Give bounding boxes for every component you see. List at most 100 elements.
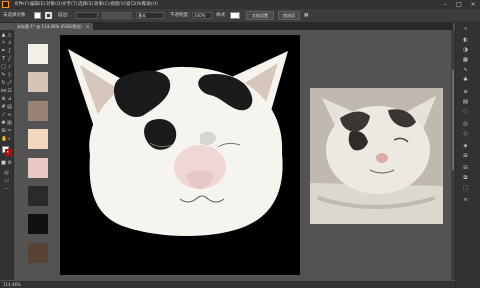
minimize-icon[interactable]: – [438, 0, 452, 9]
symbol-sprayer-icon[interactable]: ✺ [1, 120, 6, 126]
status-bar: 114.46% [0, 281, 455, 288]
swatch-taupe[interactable] [28, 101, 48, 121]
gradient-panel-icon[interactable]: ▤ [462, 99, 469, 106]
document-tab-label: 未标题-1* @ 114.46% (RGB/预览) [17, 24, 82, 29]
draw-mode-icon[interactable]: ◎ [4, 170, 9, 176]
align-icon[interactable]: ⊟ [462, 165, 469, 172]
reference-photo[interactable] [310, 88, 443, 224]
swatch-white[interactable] [28, 44, 48, 64]
rotate-icon[interactable]: ↻ [1, 80, 6, 86]
brush-icon[interactable]: ∕ [7, 64, 12, 70]
magic-wand-icon[interactable]: ✧ [1, 40, 6, 46]
gradient-icon[interactable]: ▤ [7, 104, 12, 110]
graphic-style-swatch[interactable] [230, 12, 240, 19]
swatch-dark-gray[interactable] [28, 186, 48, 206]
none-mode-icon[interactable]: ⊘ [7, 160, 12, 166]
zoom-level[interactable]: 114.46% [3, 282, 21, 287]
maximize-icon[interactable]: □ [452, 0, 466, 9]
artboard-icon[interactable]: ⊞ [1, 128, 6, 134]
menu-window[interactable]: 窗口(W) [126, 0, 143, 9]
swatches-icon[interactable]: ▦ [462, 57, 469, 64]
app-logo-icon [2, 1, 9, 8]
type-icon[interactable]: T [1, 56, 6, 62]
eraser-icon[interactable]: ◊ [7, 72, 12, 78]
artboard[interactable] [60, 35, 300, 275]
panel-dock: « ◐ ◑ ▦ ∿ ♣ ≡ ▤ ◌ ◎ ◇ ◈ ⊞ ⊟ ⧉ ⬚ ∞ [455, 23, 480, 288]
brush-definition-select[interactable]: 基本 [136, 12, 164, 19]
swatch-peach[interactable] [28, 129, 48, 149]
graph-icon[interactable]: ▥ [7, 120, 12, 126]
width-icon[interactable]: ⋈ [1, 88, 6, 94]
blend-icon[interactable]: ∞ [7, 112, 12, 118]
line-icon[interactable]: ╱ [7, 56, 12, 62]
document-setup-button[interactable]: 文档设置 [246, 11, 274, 20]
fill-color-swatch[interactable] [34, 12, 41, 19]
brushes-icon[interactable]: ∿ [462, 67, 469, 74]
more-tools-icon[interactable]: ⋯ [4, 186, 9, 192]
rectangle-icon[interactable]: □ [1, 64, 6, 70]
scale-icon[interactable]: ⤢ [7, 80, 12, 86]
artboards-icon[interactable]: ⊞ [462, 153, 469, 160]
menu-type[interactable]: 文字(T) [62, 0, 77, 9]
document-tab[interactable]: 未标题-1* @ 114.46% (RGB/预览) × [13, 23, 94, 30]
close-tab-icon[interactable]: × [86, 24, 89, 29]
perspective-icon[interactable]: ⊿ [7, 96, 12, 102]
variable-width-select[interactable] [102, 12, 132, 19]
stroke-label: 描边: [58, 13, 69, 18]
stroke-color-swatch[interactable] [45, 12, 52, 19]
preferences-button[interactable]: 首选项 [278, 11, 300, 20]
document-tab-bar: 未标题-1* @ 114.46% (RGB/预览) × [13, 23, 453, 30]
symbols-icon[interactable]: ♣ [462, 77, 469, 84]
menu-select[interactable]: 选择(S) [78, 0, 93, 9]
swatch-pale-pink[interactable] [28, 72, 48, 92]
links-icon[interactable]: ∞ [462, 197, 469, 204]
eyedropper-icon[interactable]: ⁄ [1, 112, 6, 118]
select-icon[interactable]: ▲ [1, 32, 6, 38]
swatch-brown[interactable] [28, 243, 48, 263]
close-window-icon[interactable]: × [466, 0, 480, 9]
appearance-icon[interactable]: ◎ [462, 121, 469, 128]
menu-effect[interactable]: 效果(C) [94, 0, 110, 9]
shape-builder-icon[interactable]: ⊕ [1, 96, 6, 102]
transform-icon[interactable]: ⬚ [462, 185, 469, 192]
brush-basic-value: 基本 [138, 13, 146, 18]
menu-edit[interactable]: 编辑(E) [30, 0, 45, 9]
layers-icon[interactable]: ◈ [462, 143, 469, 150]
selection-status: 未选择对象 [3, 13, 26, 18]
curvature-icon[interactable]: ∫ [7, 48, 12, 54]
menu-help[interactable]: 帮助(H) [142, 0, 158, 9]
screen-mode-icon[interactable]: ▭ [4, 178, 9, 184]
stroke-icon[interactable]: ≡ [462, 89, 469, 96]
color-mode-icon[interactable]: ■ [1, 160, 6, 166]
scrollbar-thumb[interactable] [452, 70, 454, 170]
menu-view[interactable]: 视图(V) [110, 0, 126, 9]
color-icon[interactable]: ◐ [462, 37, 469, 44]
graphic-styles-icon[interactable]: ◇ [462, 131, 469, 138]
menu-file[interactable]: 文件(F) [14, 0, 29, 9]
collapse-dock-icon[interactable]: « [462, 26, 469, 33]
zoom-icon[interactable]: ⌕ [7, 136, 12, 142]
stroke-swatch-icon[interactable] [5, 149, 12, 156]
reference-photo-image [310, 88, 443, 224]
direct-select-icon[interactable]: △ [7, 32, 12, 38]
opacity-input[interactable]: 100% [192, 12, 212, 19]
pen-icon[interactable]: ✒ [1, 48, 6, 54]
menu-object[interactable]: 对象(O) [46, 0, 62, 9]
free-transform-icon[interactable]: ⊡ [7, 88, 12, 94]
transparency-icon[interactable]: ◌ [462, 109, 469, 116]
swatch-blush[interactable] [28, 158, 48, 178]
lasso-icon[interactable]: ↄ [7, 40, 12, 46]
mesh-icon[interactable]: # [1, 104, 6, 110]
style-label: 样式: [216, 13, 227, 18]
control-bar: 未选择对象 描边: 基本 不透明度: 100% 样式: 文档设置 首选项 ▦ [0, 9, 480, 23]
hand-icon[interactable]: ✋ [1, 136, 7, 142]
color-guide-icon[interactable]: ◑ [462, 47, 469, 54]
menu-bar: 文件(F) 编辑(E) 对象(O) 文字(T) 选择(S) 效果(C) 视图(V… [0, 0, 480, 9]
arrange-documents-icon[interactable]: ▦ [304, 9, 308, 22]
tools-panel: ▲ △ ✧ ↄ ✒ ∫ T ╱ □ ∕ ✎ ◊ ↻ ⤢ ⋈ ⊡ ⊕ ⊿ # ▤ … [0, 30, 14, 280]
stroke-weight-input[interactable] [76, 12, 98, 19]
swatch-black[interactable] [28, 214, 48, 234]
pathfinder-icon[interactable]: ⧉ [462, 175, 469, 182]
slice-icon[interactable]: ✂ [7, 128, 12, 134]
pencil-icon[interactable]: ✎ [1, 72, 6, 78]
